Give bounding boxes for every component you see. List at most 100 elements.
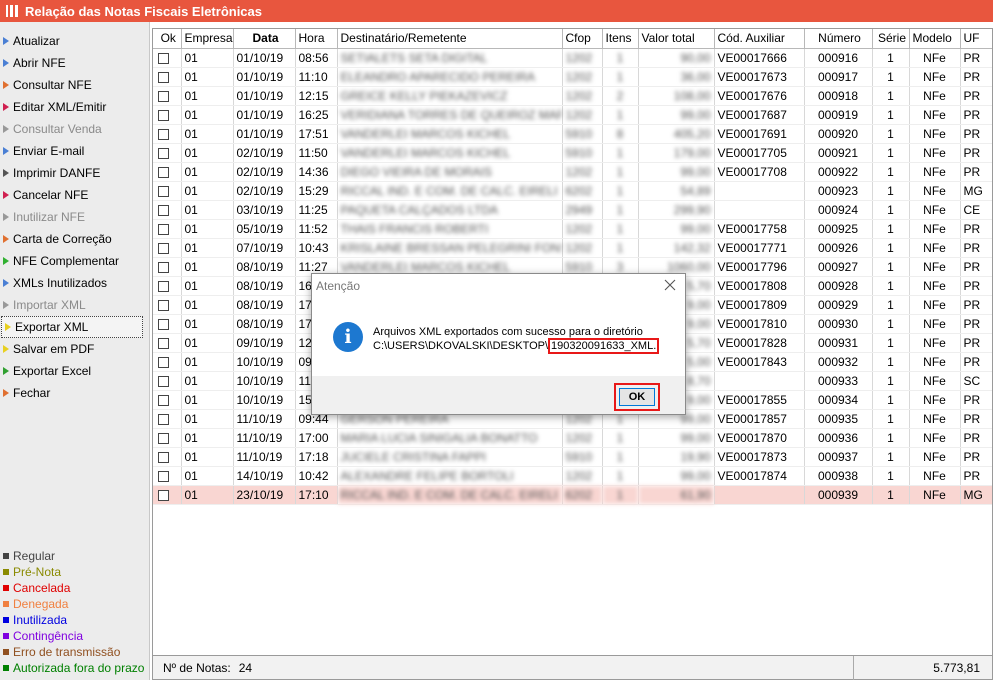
column-header-uf[interactable]: UF <box>960 29 992 49</box>
cell-empresa: 01 <box>181 371 234 391</box>
table-row[interactable]: 01 05/10/19 11:52 THAIS FRANCIS ROBERTI 1202… <box>153 219 992 239</box>
cell-numero: 000923 <box>804 181 873 201</box>
column-header-empresa[interactable]: Empresa <box>181 29 234 49</box>
row-checkbox[interactable] <box>158 337 169 349</box>
row-checkbox[interactable] <box>158 166 169 178</box>
legend-swatch <box>3 617 9 623</box>
cell-dest: DIEGO VIEIRA DE MORAIS <box>337 162 563 182</box>
arrow-icon <box>3 389 9 397</box>
table-row[interactable]: 01 23/10/19 17:10 RICCAL IND. E COM. DE CAL… <box>153 485 992 505</box>
cell-empresa: 01 <box>181 428 234 448</box>
row-checkbox[interactable] <box>158 204 169 216</box>
row-checkbox[interactable] <box>158 52 169 64</box>
column-header-destinatario-remetente[interactable]: Destinatário/Remetente <box>337 29 563 49</box>
cell-aux: VE00017673 <box>714 67 805 87</box>
row-checkbox[interactable] <box>158 432 169 444</box>
cell-itens: 1 <box>602 162 639 182</box>
close-icon[interactable] <box>663 278 677 292</box>
row-checkbox[interactable] <box>158 147 169 159</box>
menu-item-abrir-nfe[interactable]: Abrir NFE <box>0 52 149 74</box>
menu-item-carta-de-corre-o[interactable]: Carta de Correção <box>0 228 149 250</box>
table-row[interactable]: 01 02/10/19 15:29 RICCAL IND. E COM. DE CAL… <box>153 181 992 201</box>
menu-item-editar-xml-emitir[interactable]: Editar XML/Emitir <box>0 96 149 118</box>
table-row[interactable]: 01 02/10/19 11:50 VANDERLEI MARCOS KICHEL 59… <box>153 143 992 163</box>
title-bar: Relação das Notas Fiscais Eletrônicas <box>0 0 993 22</box>
cell-valor: 108,00 <box>638 86 715 106</box>
cell-aux: VE00017708 <box>714 162 805 182</box>
menu-item-enviar-e-mail[interactable]: Enviar E-mail <box>0 140 149 162</box>
column-header-modelo[interactable]: Modelo <box>909 29 961 49</box>
row-checkbox[interactable] <box>158 489 169 501</box>
column-header-ok[interactable]: Ok <box>153 29 182 49</box>
menu-item-consultar-nfe[interactable]: Consultar NFE <box>0 74 149 96</box>
grid-footer: Nº de Notas: 24 5.773,81 <box>152 656 993 680</box>
menu-item-fechar[interactable]: Fechar <box>0 382 149 404</box>
menu-item-importar-xml[interactable]: Importar XML <box>0 294 149 316</box>
table-row[interactable]: 01 07/10/19 10:43 KRISLAINE BRESSAN PELEGRI… <box>153 238 992 258</box>
table-row[interactable]: 01 01/10/19 16:25 VERIDIANA TORRES DE QUEIR… <box>153 105 992 125</box>
cell-empresa: 01 <box>181 314 234 334</box>
table-row[interactable]: 01 02/10/19 14:36 DIEGO VIEIRA DE MORAIS 120… <box>153 162 992 182</box>
row-checkbox[interactable] <box>158 280 169 292</box>
table-row[interactable]: 01 11/10/19 17:18 JUCIELE CRISTINA FAPPI 591… <box>153 447 992 467</box>
row-checkbox-cell <box>153 295 182 315</box>
menu-item-cancelar-nfe[interactable]: Cancelar NFE <box>0 184 149 206</box>
arrow-icon <box>3 367 9 375</box>
row-checkbox[interactable] <box>158 109 169 121</box>
row-checkbox[interactable] <box>158 299 169 311</box>
table-row[interactable]: 01 01/10/19 11:10 ELEANDRO APARECIDO PEREIR… <box>153 67 992 87</box>
table-row[interactable]: 01 01/10/19 12:15 GREICE KELLY PIEKAZEVICZ 1… <box>153 86 992 106</box>
row-checkbox[interactable] <box>158 318 169 330</box>
row-checkbox[interactable] <box>158 470 169 482</box>
row-checkbox[interactable] <box>158 451 169 463</box>
row-checkbox[interactable] <box>158 394 169 406</box>
menu-item-salvar-em-pdf[interactable]: Salvar em PDF <box>0 338 149 360</box>
cell-aux: VE00017796 <box>714 257 805 277</box>
column-header-data[interactable]: Data <box>233 29 296 49</box>
row-checkbox[interactable] <box>158 413 169 425</box>
menu-item-exportar-excel[interactable]: Exportar Excel <box>0 360 149 382</box>
column-header-hora[interactable]: Hora <box>295 29 338 49</box>
ok-button[interactable]: OK <box>619 388 655 406</box>
cell-uf: PR <box>960 143 992 163</box>
menu-item-atualizar[interactable]: Atualizar <box>0 30 149 52</box>
cell-aux: VE00017666 <box>714 48 805 68</box>
table-row[interactable]: 01 01/10/19 08:56 SETIALETS SETA DIGITAL 120… <box>153 48 992 68</box>
menu-item-exportar-xml[interactable]: Exportar XML <box>1 316 143 338</box>
table-row[interactable]: 01 14/10/19 10:42 ALEXANDRE FELIPE BORTOLI 1… <box>153 466 992 486</box>
cell-serie: 1 <box>872 257 910 277</box>
row-checkbox[interactable] <box>158 242 169 254</box>
column-header-serie[interactable]: Série <box>872 29 910 49</box>
row-checkbox[interactable] <box>158 128 169 140</box>
menu-item-inutilizar-nfe[interactable]: Inutilizar NFE <box>0 206 149 228</box>
menu-item-imprimir-danfe[interactable]: Imprimir DANFE <box>0 162 149 184</box>
column-header-itens[interactable]: Itens <box>602 29 639 49</box>
row-checkbox[interactable] <box>158 375 169 387</box>
column-header-cfop[interactable]: Cfop <box>562 29 603 49</box>
row-checkbox[interactable] <box>158 71 169 83</box>
cell-uf: PR <box>960 162 992 182</box>
row-checkbox[interactable] <box>158 223 169 235</box>
menu-item-consultar-venda[interactable]: Consultar Venda <box>0 118 149 140</box>
column-header-valor-total[interactable]: Valor total <box>638 29 715 49</box>
cell-valor: 99,00 <box>638 162 715 182</box>
legend-label: Denegada <box>13 597 69 611</box>
column-header-cod-auxiliar[interactable]: Cód. Auxiliar <box>714 29 805 49</box>
table-row[interactable]: 01 11/10/19 17:00 MARIA LUCIA SINIGALIA BON… <box>153 428 992 448</box>
row-checkbox[interactable] <box>158 261 169 273</box>
menu-item-xmls-inutilizados[interactable]: XMLs Inutilizados <box>0 272 149 294</box>
row-checkbox[interactable] <box>158 90 169 102</box>
menu-item-label: NFE Complementar <box>13 254 120 268</box>
cell-serie: 1 <box>872 124 910 144</box>
row-checkbox[interactable] <box>158 185 169 197</box>
cell-empresa: 01 <box>181 333 234 353</box>
table-row[interactable]: 01 01/10/19 17:51 VANDERLEI MARCOS KICHEL 59… <box>153 124 992 144</box>
cell-cfop: 2949 <box>562 200 603 220</box>
menu-item-nfe-complementar[interactable]: NFE Complementar <box>0 250 149 272</box>
table-row[interactable]: 01 03/10/19 11:25 PAQUETA CALÇADOS LTDA 2949… <box>153 200 992 220</box>
cell-itens: 1 <box>602 447 639 467</box>
row-checkbox[interactable] <box>158 356 169 368</box>
cell-dest: RICCAL IND. E COM. DE CALC. EIRELI <box>337 485 563 505</box>
column-header-numero[interactable]: Número <box>804 29 873 49</box>
cell-itens: 1 <box>602 67 639 87</box>
